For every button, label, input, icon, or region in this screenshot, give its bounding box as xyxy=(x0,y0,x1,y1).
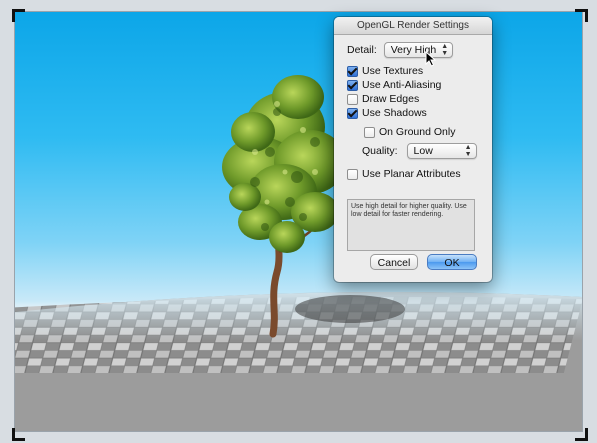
dialog-title: OpenGL Render Settings xyxy=(334,17,492,35)
use-textures-checkbox[interactable] xyxy=(347,65,358,77)
draw-edges-label: Draw Edges xyxy=(362,93,420,106)
use-anti-aliasing-option[interactable]: Use Anti-Aliasing xyxy=(347,79,441,91)
render-viewport[interactable] xyxy=(14,11,583,432)
draw-edges-checkbox[interactable] xyxy=(347,93,358,105)
quality-select-value: Low xyxy=(413,145,433,157)
detail-label: Detail: xyxy=(347,44,377,56)
quality-row: Quality: Low ▲ ▼ xyxy=(362,143,477,159)
use-textures-label: Use Textures xyxy=(362,65,424,78)
viewport-corner-marker xyxy=(12,9,25,22)
scene-canvas xyxy=(15,75,582,431)
select-arrows-icon: ▲ ▼ xyxy=(464,144,472,158)
use-textures-option[interactable]: Use Textures xyxy=(347,65,423,77)
ok-button[interactable]: OK xyxy=(427,254,477,270)
quality-select[interactable]: Low ▲ ▼ xyxy=(406,143,477,159)
viewport-corner-marker xyxy=(575,9,588,22)
use-planar-attributes-label: Use Planar Attributes xyxy=(362,168,461,181)
use-shadows-option[interactable]: Use Shadows xyxy=(347,107,427,119)
draw-edges-option[interactable]: Draw Edges xyxy=(347,93,419,105)
use-shadows-checkbox[interactable] xyxy=(347,107,358,119)
opengl-render-settings-dialog: OpenGL Render Settings Detail: Very High… xyxy=(334,17,492,282)
select-arrows-icon: ▲ ▼ xyxy=(441,43,449,57)
quality-label: Quality: xyxy=(362,145,398,157)
tree-shadow xyxy=(295,295,405,323)
help-text-box: Use high detail for higher quality. Use … xyxy=(347,199,475,251)
on-ground-only-option[interactable]: On Ground Only xyxy=(364,126,455,138)
viewport-corner-marker xyxy=(575,428,588,441)
viewport-corner-marker xyxy=(12,428,25,441)
detail-row: Detail: Very High ▲ ▼ xyxy=(347,42,454,58)
cancel-button[interactable]: Cancel xyxy=(370,254,418,270)
use-shadows-label: Use Shadows xyxy=(362,107,427,120)
detail-select[interactable]: Very High ▲ ▼ xyxy=(383,42,454,58)
on-ground-only-checkbox[interactable] xyxy=(364,126,375,138)
use-anti-aliasing-checkbox[interactable] xyxy=(347,79,358,91)
use-planar-attributes-checkbox[interactable] xyxy=(347,168,358,180)
use-planar-attributes-option[interactable]: Use Planar Attributes xyxy=(347,168,461,180)
on-ground-only-label: On Ground Only xyxy=(379,126,456,139)
use-anti-aliasing-label: Use Anti-Aliasing xyxy=(362,79,442,92)
mouse-pointer-icon xyxy=(425,51,437,67)
